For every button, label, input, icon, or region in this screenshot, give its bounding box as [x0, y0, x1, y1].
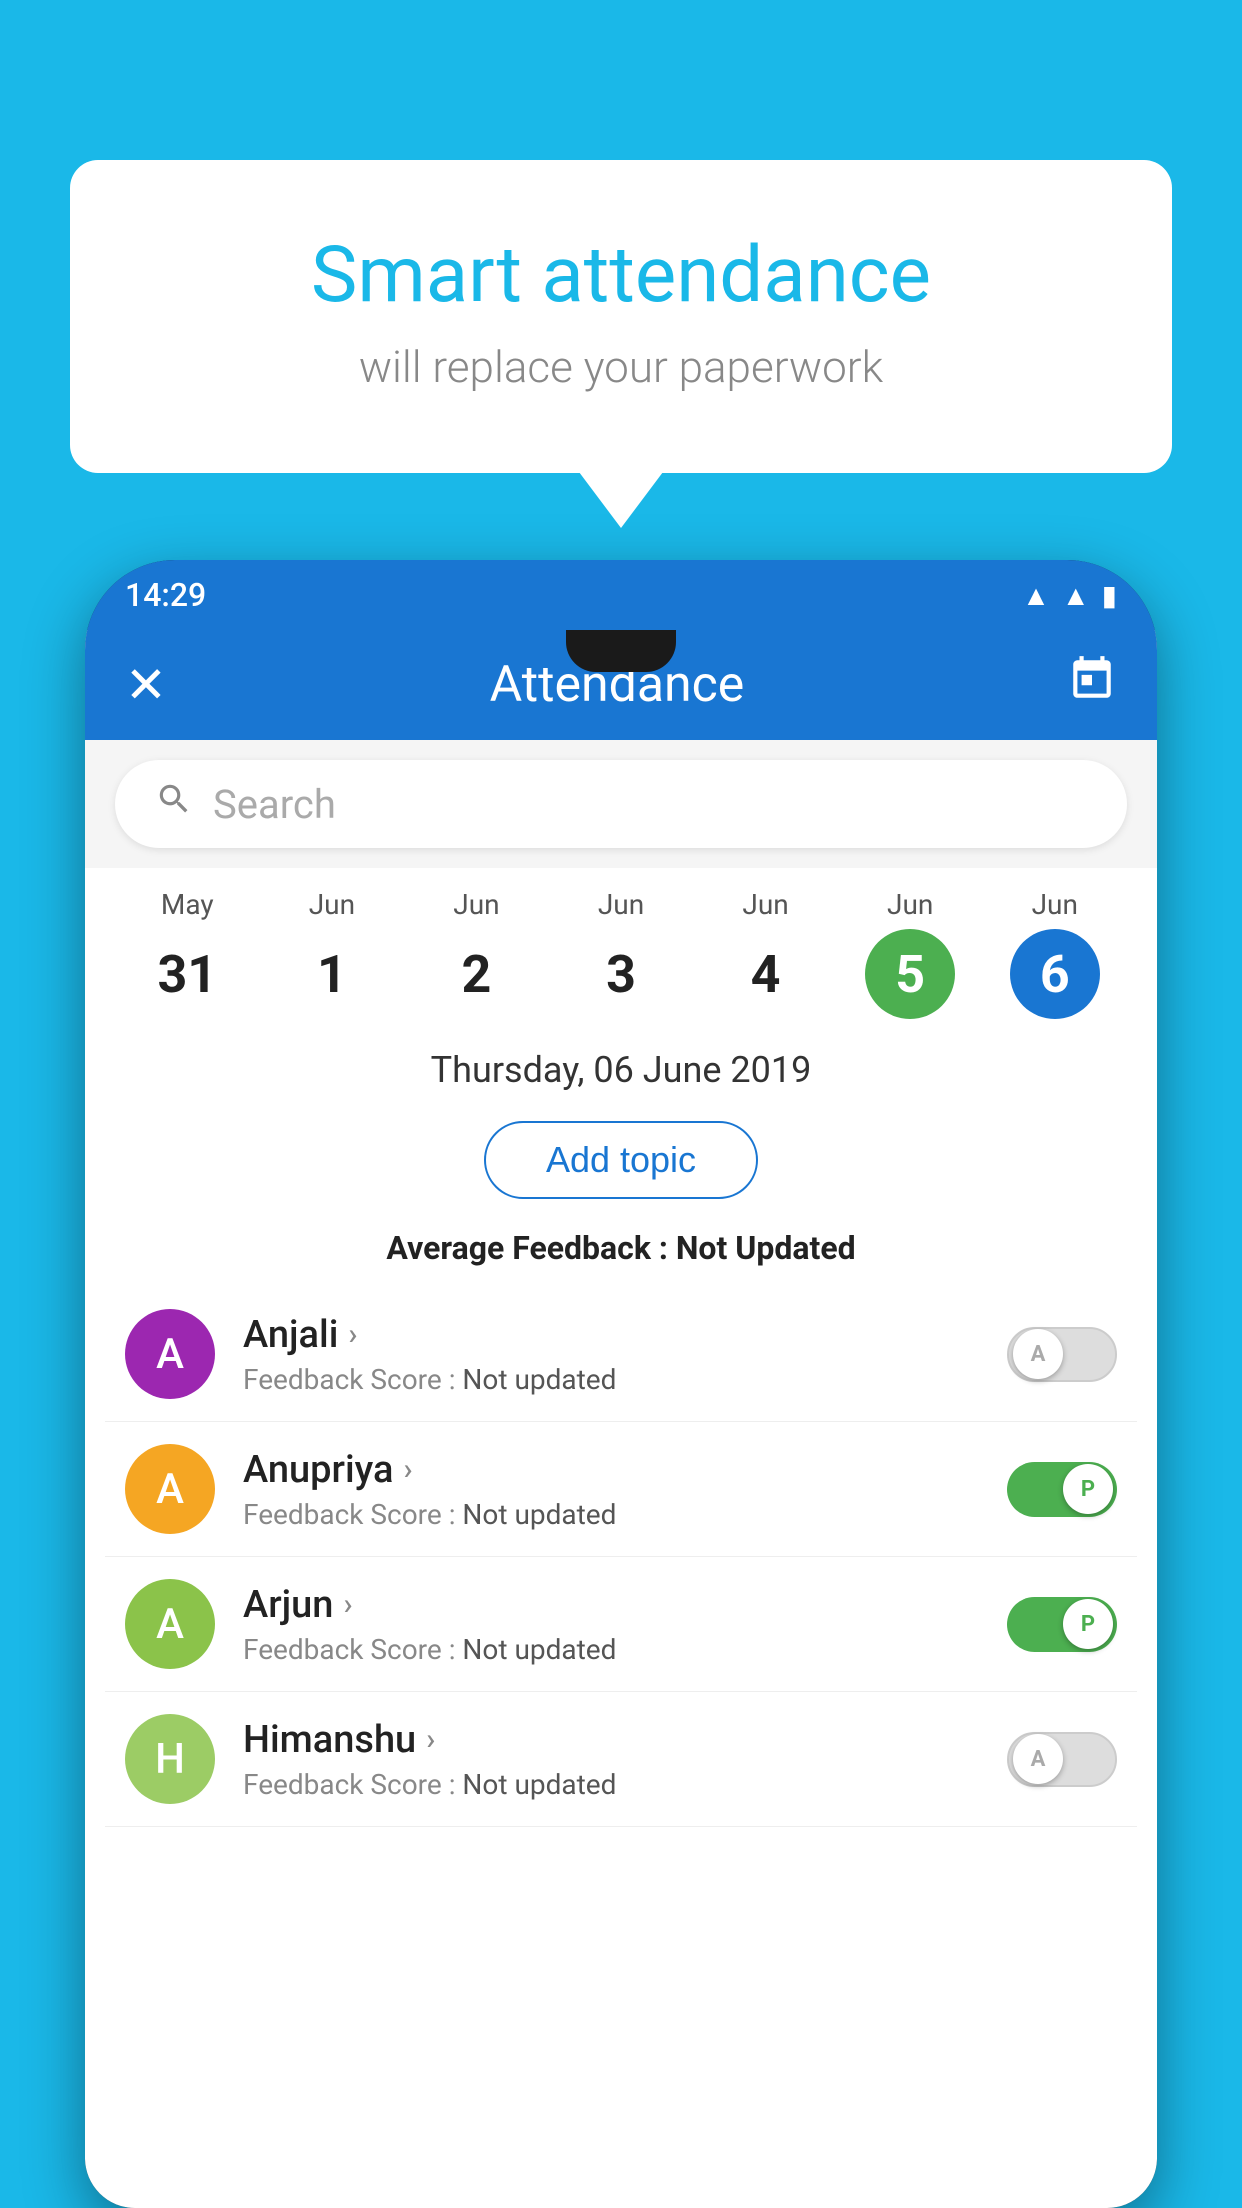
status-bar: 14:29 ▲ ▲ ▮	[85, 560, 1157, 630]
student-list: A Anjali › Feedback Score : Not updated …	[85, 1287, 1157, 1827]
wifi-icon: ▲	[1022, 579, 1050, 612]
student-name: Anupriya ›	[243, 1448, 979, 1492]
phone-frame: 14:29 ▲ ▲ ▮ ✕ Attendance	[85, 560, 1157, 2208]
student-avatar: H	[125, 1714, 215, 1804]
toggle-switch[interactable]: P	[1007, 1597, 1117, 1652]
date-month: Jun	[693, 888, 838, 921]
search-bar[interactable]: Search	[115, 760, 1127, 848]
toggle-switch[interactable]: A	[1007, 1327, 1117, 1382]
battery-icon: ▮	[1102, 579, 1117, 612]
chevron-right-icon: ›	[343, 1587, 352, 1622]
add-topic-button[interactable]: Add topic	[484, 1121, 758, 1199]
chevron-right-icon: ›	[403, 1452, 412, 1487]
feedback-summary: Average Feedback : Not Updated	[85, 1219, 1157, 1287]
date-month: Jun	[838, 888, 983, 921]
attendance-toggle[interactable]: A	[1007, 1732, 1117, 1787]
date-month: Jun	[260, 888, 405, 921]
bubble-subtitle: will replace your paperwork	[150, 341, 1092, 393]
date-item-2[interactable]: Jun 2	[404, 888, 549, 1019]
toggle-knob: A	[1013, 1329, 1063, 1379]
student-item-himanshu[interactable]: H Himanshu › Feedback Score : Not update…	[105, 1692, 1137, 1827]
student-avatar: A	[125, 1444, 215, 1534]
date-number: 1	[287, 929, 377, 1019]
student-name: Himanshu ›	[243, 1718, 979, 1762]
student-item-anupriya[interactable]: A Anupriya › Feedback Score : Not update…	[105, 1422, 1137, 1557]
toggle-knob: A	[1013, 1734, 1063, 1784]
selected-date-label: Thursday, 06 June 2019	[85, 1029, 1157, 1101]
speech-bubble-container: Smart attendance will replace your paper…	[70, 160, 1172, 473]
student-avatar: A	[125, 1579, 215, 1669]
app-screen: ✕ Attendance Search May 31	[85, 630, 1157, 2208]
student-item-arjun[interactable]: A Arjun › Feedback Score : Not updated P	[105, 1557, 1137, 1692]
attendance-toggle[interactable]: P	[1007, 1462, 1117, 1517]
feedback-summary-label: Average Feedback :	[386, 1229, 675, 1267]
search-container: Search	[85, 740, 1157, 868]
speech-bubble: Smart attendance will replace your paper…	[70, 160, 1172, 473]
attendance-toggle[interactable]: A	[1007, 1327, 1117, 1382]
student-feedback: Feedback Score : Not updated	[243, 1768, 979, 1801]
phone-notch	[566, 630, 676, 672]
student-name: Arjun ›	[243, 1583, 979, 1627]
bubble-title: Smart attendance	[150, 230, 1092, 321]
student-feedback: Feedback Score : Not updated	[243, 1498, 979, 1531]
date-item-4[interactable]: Jun 4	[693, 888, 838, 1019]
student-name: Anjali ›	[243, 1313, 979, 1357]
date-number: 4	[721, 929, 811, 1019]
student-info: Anjali › Feedback Score : Not updated	[243, 1313, 979, 1396]
date-item-3[interactable]: Jun 3	[549, 888, 694, 1019]
status-icons: ▲ ▲ ▮	[1022, 579, 1117, 612]
date-number: 2	[431, 929, 521, 1019]
date-item-5[interactable]: Jun 5	[838, 888, 983, 1019]
date-item-31[interactable]: May 31	[115, 888, 260, 1019]
close-button[interactable]: ✕	[125, 656, 167, 715]
date-number: 31	[142, 929, 232, 1019]
date-number: 5	[865, 929, 955, 1019]
date-selector: May 31 Jun 1 Jun 2 Jun 3 Jun 4 Jun 5 Jun…	[85, 868, 1157, 1029]
toggle-switch[interactable]: P	[1007, 1462, 1117, 1517]
date-month: Jun	[982, 888, 1127, 921]
calendar-icon[interactable]	[1067, 654, 1117, 717]
toggle-knob: P	[1063, 1464, 1113, 1514]
student-info: Anupriya › Feedback Score : Not updated	[243, 1448, 979, 1531]
date-item-6[interactable]: Jun 6	[982, 888, 1127, 1019]
feedback-summary-value: Not Updated	[676, 1229, 856, 1267]
status-time: 14:29	[125, 576, 206, 614]
date-month: Jun	[404, 888, 549, 921]
date-number: 6	[1010, 929, 1100, 1019]
student-feedback: Feedback Score : Not updated	[243, 1633, 979, 1666]
signal-icon: ▲	[1062, 579, 1090, 612]
search-icon	[155, 780, 193, 828]
chevron-right-icon: ›	[426, 1722, 435, 1757]
search-placeholder: Search	[213, 781, 336, 828]
toggle-knob: P	[1063, 1599, 1113, 1649]
student-info: Arjun › Feedback Score : Not updated	[243, 1583, 979, 1666]
student-avatar: A	[125, 1309, 215, 1399]
student-feedback: Feedback Score : Not updated	[243, 1363, 979, 1396]
student-item-anjali[interactable]: A Anjali › Feedback Score : Not updated …	[105, 1287, 1137, 1422]
attendance-toggle[interactable]: P	[1007, 1597, 1117, 1652]
chevron-right-icon: ›	[348, 1317, 357, 1352]
student-info: Himanshu › Feedback Score : Not updated	[243, 1718, 979, 1801]
date-month: Jun	[549, 888, 694, 921]
toggle-switch[interactable]: A	[1007, 1732, 1117, 1787]
date-month: May	[115, 888, 260, 921]
date-number: 3	[576, 929, 666, 1019]
date-item-1[interactable]: Jun 1	[260, 888, 405, 1019]
